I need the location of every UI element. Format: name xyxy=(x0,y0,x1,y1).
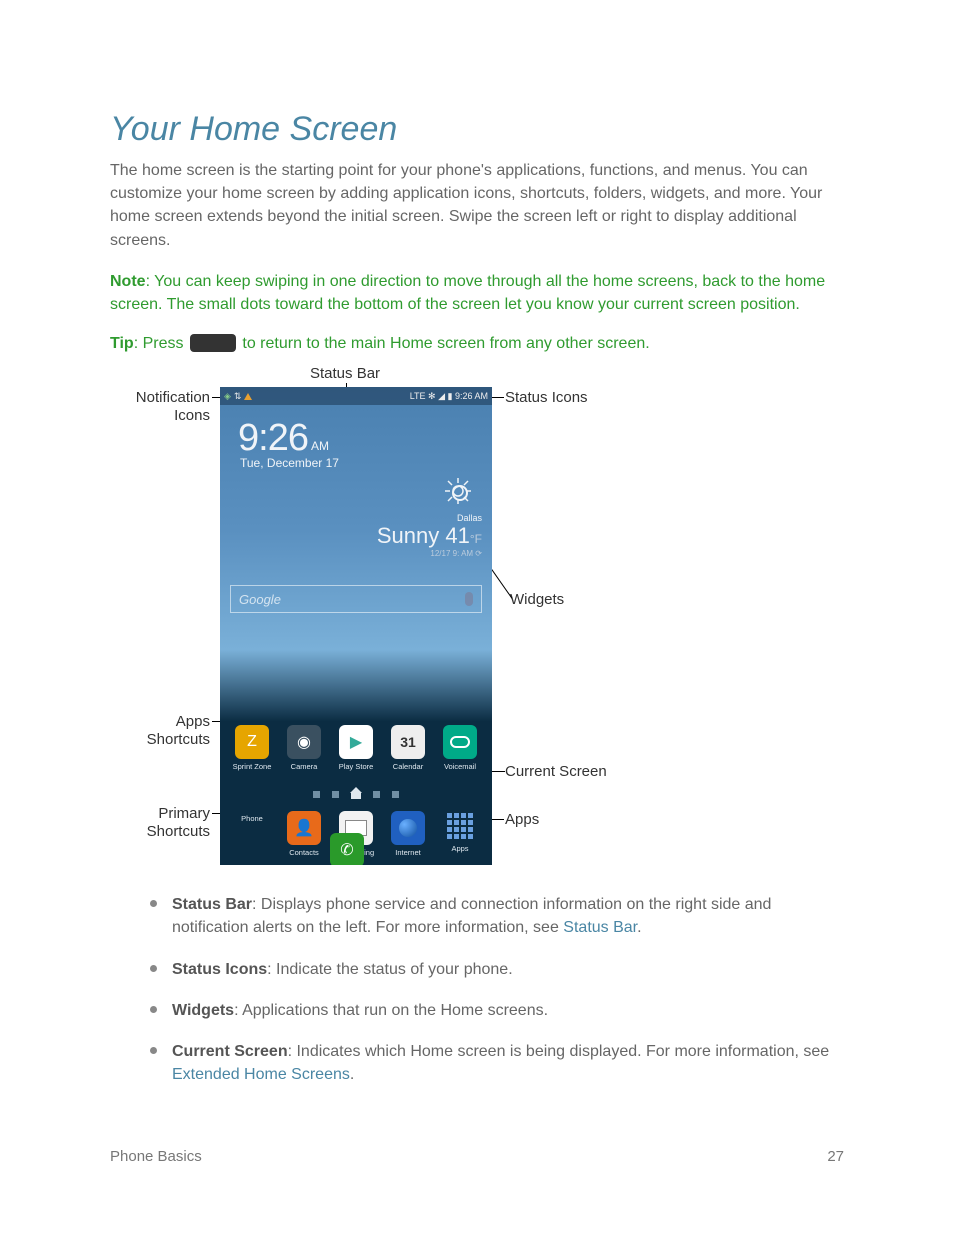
google-label: Google xyxy=(239,592,281,607)
note-text: : You can keep swiping in one direction … xyxy=(110,273,825,313)
home-screen-diagram: Status Bar Notification Icons Apps Short… xyxy=(110,365,730,875)
label-current-screen: Current Screen xyxy=(505,763,607,781)
footer-section: Phone Basics xyxy=(110,1148,202,1165)
weather-updated: 12/17 9: AM ⟳ xyxy=(377,549,482,558)
page-heading: Your Home Screen xyxy=(110,110,844,149)
note-paragraph: Note: You can keep swiping in one direct… xyxy=(110,270,844,316)
page-indicator xyxy=(220,789,492,799)
bullet-text: : Indicates which Home screen is being d… xyxy=(288,1043,830,1060)
dock-apps: Apps xyxy=(438,811,482,857)
google-search-widget: Google xyxy=(230,585,482,613)
clock-widget: 9:26AM Tue, December 17 xyxy=(238,417,339,470)
clock-ampm: AM xyxy=(311,439,329,453)
intro-paragraph: The home screen is the starting point fo… xyxy=(110,159,844,252)
label-apps: Apps xyxy=(505,811,539,829)
dock-phone: ✆Phone xyxy=(230,811,274,857)
home-key-icon xyxy=(190,334,236,352)
list-item: Current Screen: Indicates which Home scr… xyxy=(150,1040,844,1086)
bullet-after: . xyxy=(637,919,641,936)
tip-before: : Press xyxy=(134,335,188,352)
weather-unit: °F xyxy=(470,532,482,546)
label-status-icons: Status Icons xyxy=(505,389,588,407)
label-apps-shortcuts: Apps Shortcuts xyxy=(110,713,210,749)
weather-location: Dallas xyxy=(377,513,482,523)
bullet-title: Current Screen xyxy=(172,1043,288,1060)
tip-label: Tip xyxy=(110,335,134,352)
page-dot xyxy=(373,791,380,798)
page-footer: Phone Basics 27 xyxy=(110,1148,844,1165)
dock-internet: Internet xyxy=(386,811,430,857)
bullet-title: Status Bar xyxy=(172,896,252,913)
weather-condition: Sunny xyxy=(377,523,446,548)
bullet-after: . xyxy=(350,1066,354,1083)
list-item: Status Icons: Indicate the status of you… xyxy=(150,958,844,981)
label-notification-icons: Notification Icons xyxy=(110,389,210,425)
notification-icons: ◈⇅ xyxy=(224,391,252,402)
footer-page: 27 xyxy=(827,1148,844,1165)
sun-icon xyxy=(444,477,472,505)
label-widgets: Widgets xyxy=(510,591,564,609)
page-dot xyxy=(313,791,320,798)
status-icons: LTE ✻ ◢ ▮ 9:26 AM xyxy=(410,391,488,402)
bullet-text: : Applications that run on the Home scre… xyxy=(234,1002,548,1019)
clock-date: Tue, December 17 xyxy=(238,456,339,470)
link-status-bar[interactable]: Status Bar xyxy=(563,919,637,936)
tip-paragraph: Tip: Press to return to the main Home sc… xyxy=(110,334,844,353)
app-camera: ◉Camera xyxy=(282,725,326,771)
app-play-store: ▶Play Store xyxy=(334,725,378,771)
clock-time: 9:26 xyxy=(238,417,308,459)
mic-icon xyxy=(465,592,473,606)
bullet-title: Widgets xyxy=(172,1002,234,1019)
label-primary-shortcuts: Primary Shortcuts xyxy=(110,805,210,841)
bullet-text: : Indicate the status of your phone. xyxy=(267,961,513,978)
phone-mockup: ◈⇅ LTE ✻ ◢ ▮ 9:26 AM 9:26AM Tue, Decembe… xyxy=(220,387,492,865)
list-item: Widgets: Applications that run on the Ho… xyxy=(150,999,844,1022)
weather-widget: Dallas Sunny 41°F 12/17 9: AM ⟳ xyxy=(377,477,482,558)
link-extended-home-screens[interactable]: Extended Home Screens xyxy=(172,1066,350,1083)
feature-list: Status Bar: Displays phone service and c… xyxy=(110,893,844,1086)
app-voicemail: Voicemail xyxy=(438,725,482,771)
weather-temp: 41 xyxy=(445,523,469,548)
bullet-title: Status Icons xyxy=(172,961,267,978)
dock-row: ✆Phone 👤Contacts Messaging Internet Apps xyxy=(220,811,492,857)
page-dot xyxy=(392,791,399,798)
phone-status-bar: ◈⇅ LTE ✻ ◢ ▮ 9:26 AM xyxy=(220,387,492,405)
app-sprint-zone: ZSprint Zone xyxy=(230,725,274,771)
app-calendar: 31Calendar xyxy=(386,725,430,771)
bullet-text: : Displays phone service and connection … xyxy=(172,896,771,936)
tip-after: to return to the main Home screen from a… xyxy=(238,335,650,352)
note-label: Note xyxy=(110,273,146,290)
label-status-bar: Status Bar xyxy=(310,365,380,383)
dock-contacts: 👤Contacts xyxy=(282,811,326,857)
page-dot xyxy=(332,791,339,798)
page-dot-home xyxy=(351,789,361,799)
list-item: Status Bar: Displays phone service and c… xyxy=(150,893,844,939)
app-shortcuts-row: ZSprint Zone ◉Camera ▶Play Store 31Calen… xyxy=(220,725,492,771)
